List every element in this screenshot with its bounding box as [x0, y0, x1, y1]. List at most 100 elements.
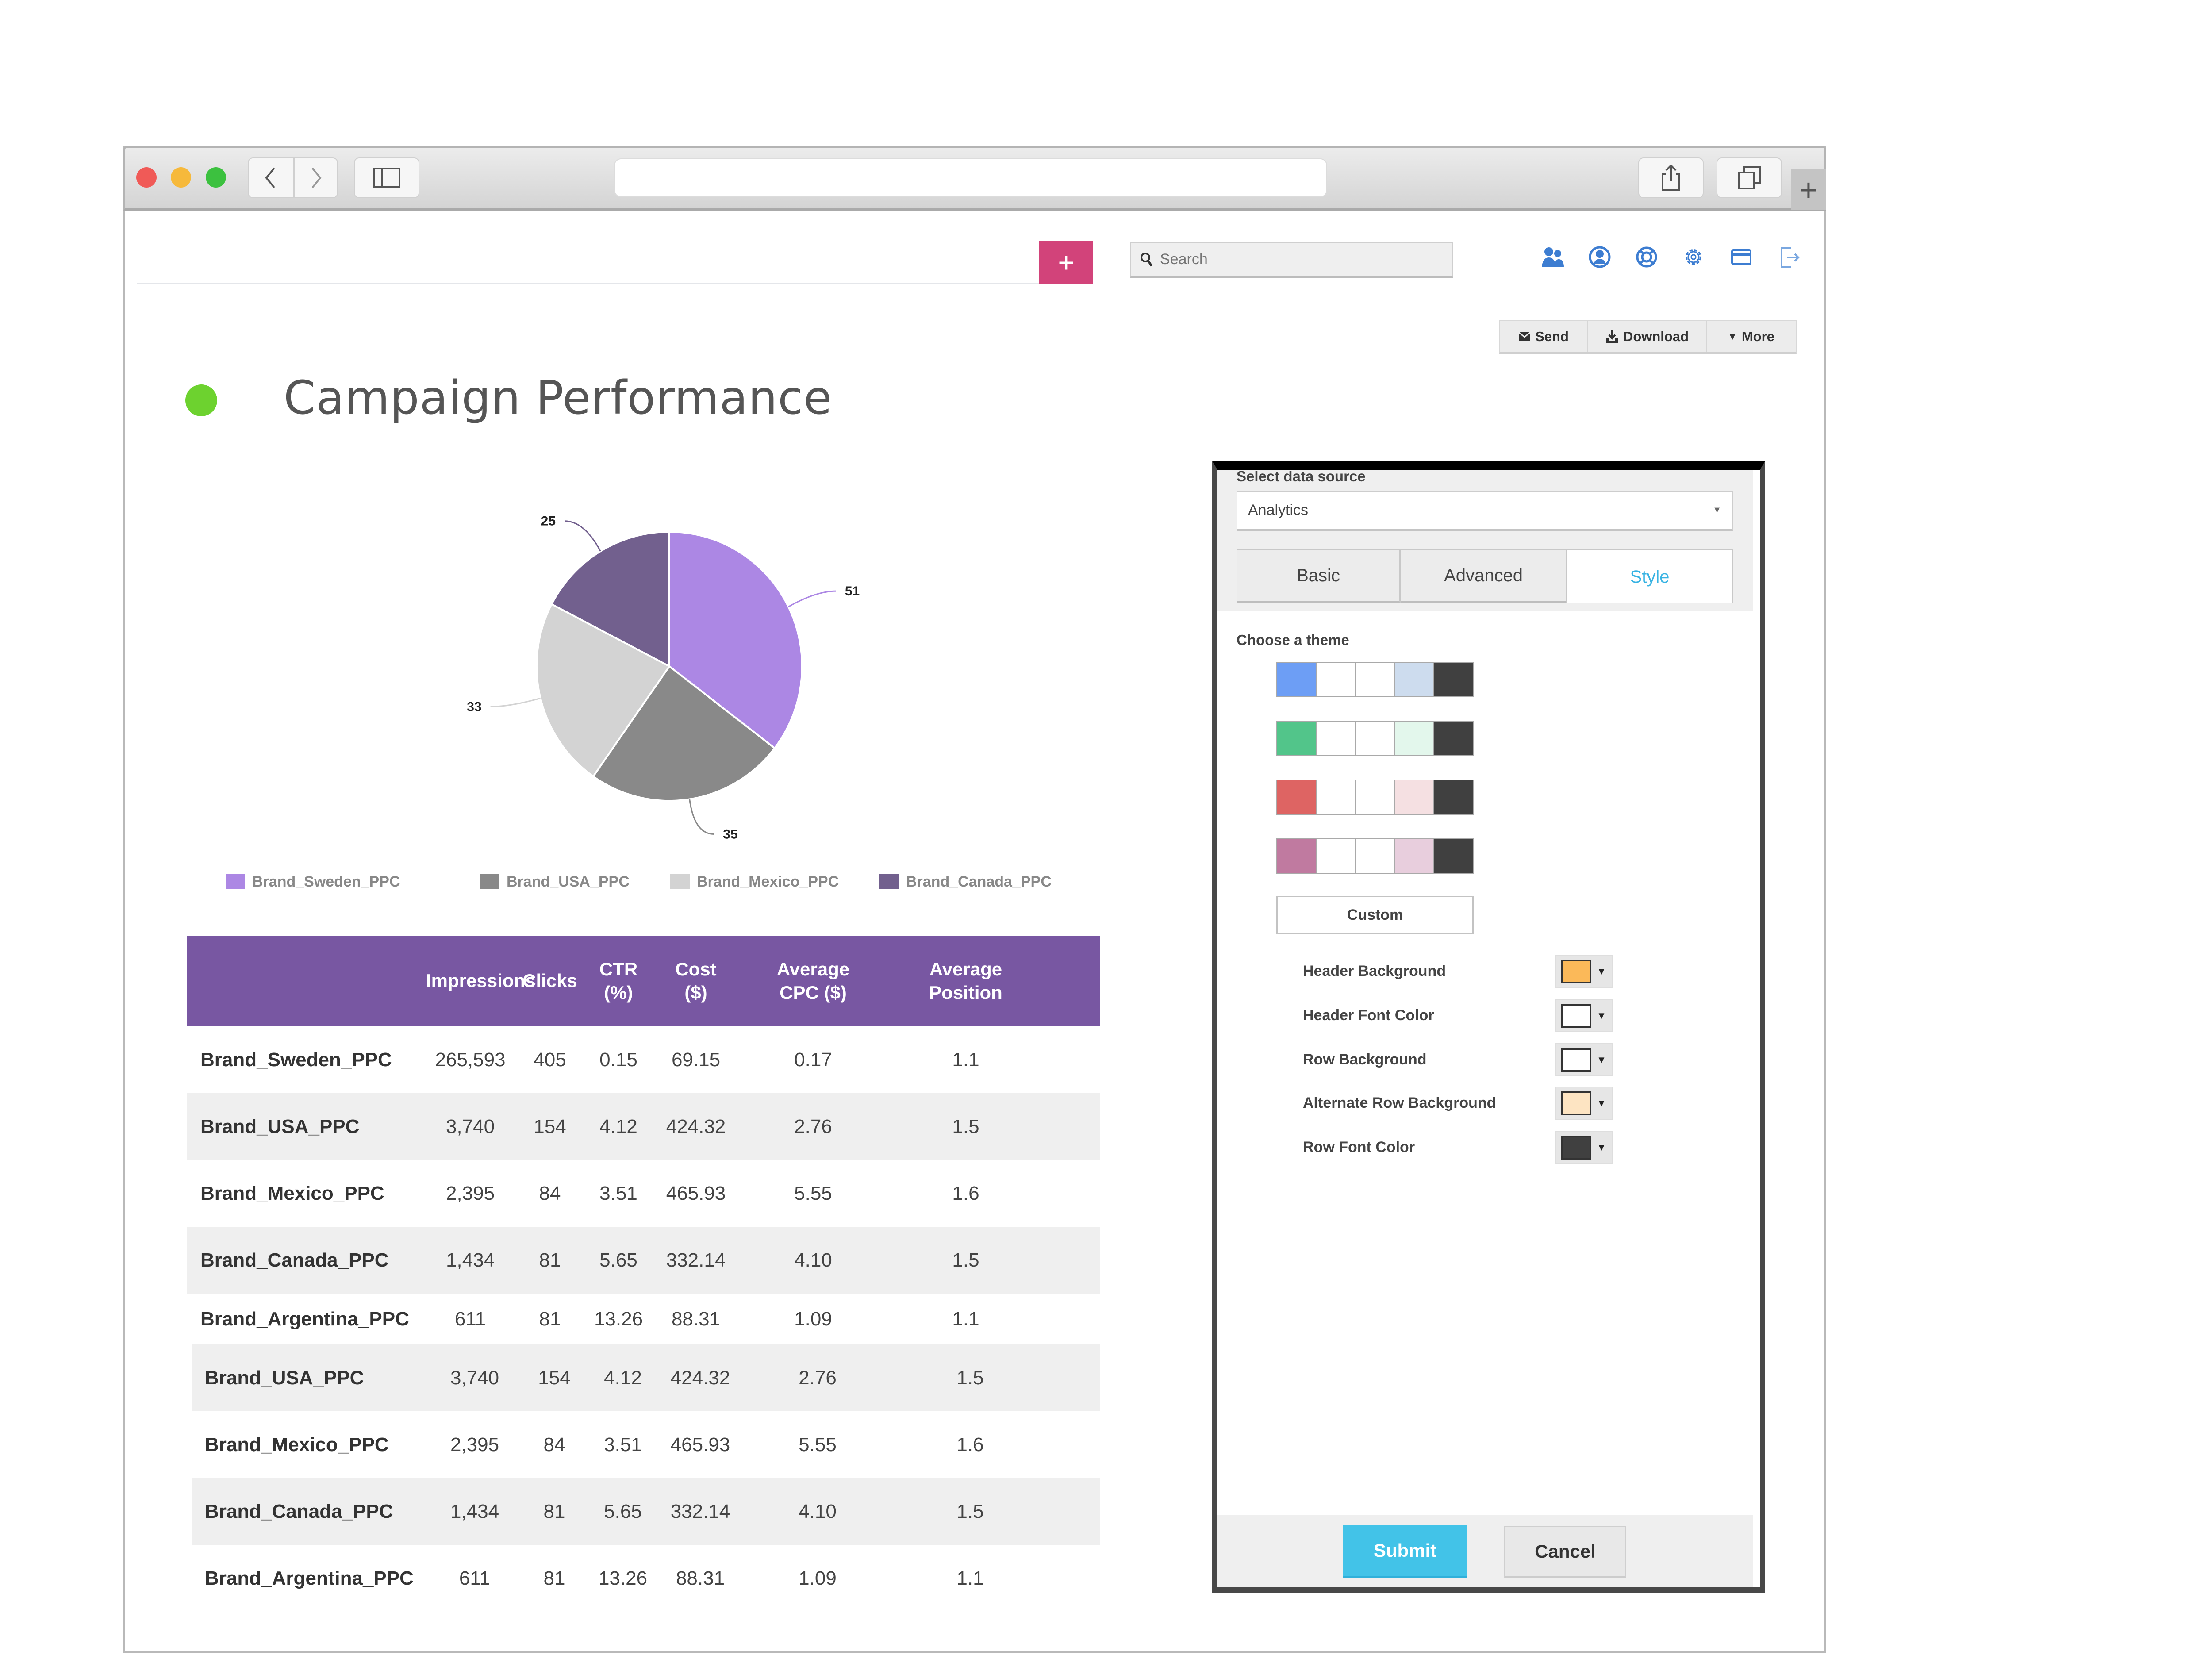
color-picker[interactable]: ▼ [1555, 955, 1613, 988]
table-row[interactable]: Brand_Mexico_PPC 2,395 84 3.51 465.93 5.55 1.6 [192, 1411, 1100, 1478]
table-row[interactable]: Brand_Argentina_PPC 611 81 13.26 88.31 1.09 1.… [187, 1294, 1100, 1344]
caret-down-icon: ▼ [1597, 1141, 1606, 1153]
settings-button[interactable] [1680, 242, 1707, 272]
table-row[interactable]: Brand_USA_PPC 3,740 154 4.12 424.32 2.76 1.5 [192, 1344, 1100, 1411]
color-picker[interactable]: ▼ [1555, 1043, 1613, 1076]
more-label: More [1741, 329, 1774, 344]
table-cell: 4.10 [799, 1500, 837, 1522]
column-header-line: ($) [684, 982, 707, 1003]
cancel-button[interactable]: Cancel [1504, 1526, 1626, 1578]
close-window-button[interactable] [136, 167, 157, 188]
color-picker[interactable]: ▼ [1555, 999, 1613, 1032]
theme-option[interactable] [1276, 838, 1474, 874]
color-picker[interactable]: ▼ [1555, 1087, 1613, 1120]
table-cell: 81 [539, 1308, 561, 1330]
send-label: Send [1535, 329, 1569, 344]
legend-swatch [670, 874, 690, 889]
tab-style[interactable]: Style [1567, 549, 1733, 603]
table-cell: 2.76 [799, 1367, 837, 1389]
legend-item[interactable]: Brand_Mexico_PPC [670, 871, 839, 893]
table-cell: 2,395 [450, 1433, 499, 1455]
theme-color-swatch [1434, 663, 1473, 696]
page-title: Campaign Performance [284, 371, 833, 425]
profile-button[interactable] [1586, 242, 1613, 272]
minimize-window-button[interactable] [171, 167, 191, 188]
send-button[interactable]: Send [1500, 321, 1588, 352]
color-swatch [1561, 1048, 1592, 1072]
table-cell: 5.55 [799, 1433, 837, 1455]
table-cell: 1,434 [445, 1249, 495, 1271]
color-picker[interactable]: ▼ [1555, 1131, 1613, 1164]
search-box[interactable] [1130, 242, 1453, 278]
sidebar-toggle-button[interactable] [354, 157, 419, 198]
theme-color-swatch [1277, 780, 1317, 814]
theme-color-swatch [1434, 722, 1473, 755]
search-input[interactable] [1159, 250, 1426, 269]
share-icon [1662, 164, 1680, 191]
legend-item[interactable]: Brand_Sweden_PPC [226, 871, 400, 893]
table-cell: 5.65 [604, 1500, 642, 1522]
billing-button[interactable] [1728, 242, 1755, 272]
help-button[interactable] [1633, 242, 1660, 272]
table-cell: 1.1 [952, 1308, 979, 1330]
table-row[interactable]: Brand_Canada_PPC 1,434 81 5.65 332.14 4.10 1.5 [192, 1478, 1100, 1545]
tabs-overview-button[interactable] [1717, 157, 1782, 198]
campaign-name-cell: Brand_Mexico_PPC [200, 1182, 384, 1204]
theme-color-swatch [1316, 663, 1356, 696]
legend-label: Brand_Canada_PPC [906, 873, 1052, 890]
table-cell: 3,740 [445, 1115, 495, 1137]
sidebar-icon [373, 168, 400, 188]
add-button[interactable]: + [1039, 241, 1093, 284]
color-swatch [1561, 959, 1592, 983]
table-cell: 3.51 [599, 1182, 637, 1204]
table-cell: 0.17 [794, 1048, 832, 1071]
column-header-line: CPC ($) [780, 982, 847, 1003]
theme-option[interactable] [1276, 721, 1474, 756]
new-tab-button[interactable]: + [1791, 169, 1826, 210]
forward-button[interactable] [294, 157, 338, 198]
submit-button[interactable]: Submit [1343, 1525, 1467, 1578]
back-button[interactable] [248, 157, 294, 198]
color-setting-row: Header Background ▼ [1303, 955, 1613, 988]
table-cell: 1.1 [956, 1567, 984, 1589]
download-label: Download [1623, 329, 1689, 344]
pie-leader-line [565, 520, 601, 552]
table-cell: 1.6 [952, 1182, 979, 1204]
theme-color-swatch [1395, 663, 1435, 696]
download-button[interactable]: Download [1588, 321, 1707, 352]
more-button[interactable]: ▼ More [1707, 321, 1795, 352]
table-row[interactable]: Brand_Mexico_PPC 2,395 84 3.51 465.93 5.55 1.6 [187, 1160, 1100, 1227]
legend-item[interactable]: Brand_Canada_PPC [879, 871, 1052, 893]
share-button[interactable] [1638, 157, 1704, 198]
table-cell: 154 [538, 1367, 571, 1389]
theme-option[interactable] [1276, 662, 1474, 697]
column-header: Cost ($) [652, 958, 740, 1004]
theme-color-swatch [1395, 839, 1435, 873]
help-lifebuoy-icon [1636, 246, 1657, 268]
theme-option[interactable] [1276, 780, 1474, 815]
data-source-select[interactable]: Analytics ▼ [1237, 491, 1733, 531]
tab-basic[interactable]: Basic [1237, 549, 1400, 603]
url-bar[interactable] [614, 158, 1327, 197]
color-setting-label: Row Font Color [1303, 1139, 1415, 1156]
campaign-name-cell: Brand_Argentina_PPC [200, 1308, 409, 1330]
table-row[interactable]: Brand_Sweden_PPC 265,593 405 0.15 69.15 0.17 1… [187, 1026, 1100, 1093]
logout-button[interactable] [1776, 242, 1803, 272]
pie-data-label: 25 [541, 514, 556, 529]
logout-icon [1781, 247, 1800, 268]
table-row[interactable]: Brand_Canada_PPC 1,434 81 5.65 332.14 4.10 1.5 [187, 1227, 1100, 1294]
table-cell: 424.32 [666, 1115, 726, 1137]
maximize-window-button[interactable] [206, 167, 226, 188]
chevron-left-icon [265, 167, 275, 188]
table-row[interactable]: Brand_USA_PPC 3,740 154 4.12 424.32 2.76 1.5 [187, 1093, 1100, 1160]
table-cell: 0.15 [599, 1048, 637, 1071]
column-header-line: Position [929, 982, 1002, 1003]
users-icon [1542, 247, 1564, 267]
table-cell: 1.5 [952, 1115, 979, 1137]
legend-item[interactable]: Brand_USA_PPC [480, 871, 630, 893]
table-row[interactable]: Brand_Argentina_PPC 611 81 13.26 88.31 1.09 1.… [192, 1545, 1100, 1612]
custom-theme-button[interactable]: Custom [1276, 896, 1474, 934]
tab-advanced[interactable]: Advanced [1400, 549, 1567, 603]
theme-color-swatch [1395, 722, 1435, 755]
users-button[interactable] [1540, 242, 1566, 272]
